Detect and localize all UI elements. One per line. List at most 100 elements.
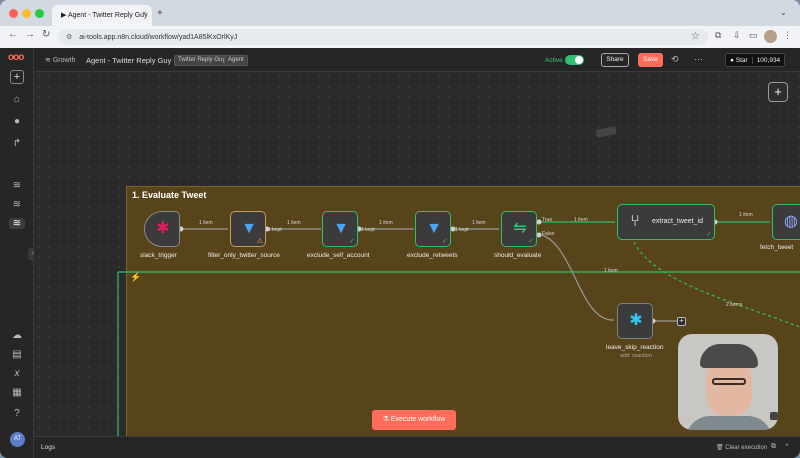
filter-funnel-icon: ▼	[241, 220, 257, 237]
save-button[interactable]: Save	[638, 53, 663, 67]
clear-execution-button[interactable]: 🗑 Clear execution	[716, 444, 767, 451]
home-icon[interactable]: ⌂	[11, 94, 23, 105]
edge-label: 1 item	[379, 220, 393, 226]
tab-close-button[interactable]: ×	[142, 9, 147, 18]
close-window-button[interactable]	[9, 9, 18, 18]
node-should-evaluate[interactable]: ⇋ ✓	[501, 211, 537, 247]
edge-label: 1 item	[739, 212, 753, 218]
success-check-icon: ✓	[349, 238, 355, 245]
share-button[interactable]: Share	[601, 53, 629, 67]
n8n-logo[interactable]: ooo	[8, 52, 24, 63]
edge-label: 1 item	[472, 220, 486, 226]
workflow-tag[interactable]: Agent	[224, 55, 248, 66]
browser-tab[interactable]: ▶ Agent - Twitter Reply Guy	[52, 5, 152, 26]
github-icon: ●	[730, 57, 734, 64]
github-star-button[interactable]: ● Star 100,934	[725, 53, 786, 67]
insights-chart-icon[interactable]: ▦	[11, 387, 23, 398]
edge-label: 2 items	[726, 302, 743, 308]
node-fetch-tweet[interactable]: ◍	[772, 204, 800, 240]
tab-search-icon[interactable]: ⌄	[780, 8, 787, 17]
popout-icon[interactable]: ⧉	[771, 443, 776, 451]
layers-icon[interactable]: ≋	[11, 199, 23, 210]
node-slack-trigger[interactable]: ✱	[144, 211, 180, 247]
workflow-header: ≋ Growth Agent - Twitter Reply Guy Twitt…	[34, 48, 800, 72]
share-arrow-icon[interactable]: ↱	[11, 138, 23, 149]
node-exclude-retweets[interactable]: ▼ ✓	[415, 211, 451, 247]
main-sidebar: ooo + ⌂ ● ↱ ≋ ≋ ≋ › ☁ ▤ x ▦ ? AT	[0, 48, 38, 458]
warning-icon: ⚠	[256, 238, 263, 245]
logs-panel[interactable]: Logs 🗑 Clear execution ⧉ ⌃	[34, 436, 800, 458]
slack-icon: ✱	[156, 220, 170, 237]
browser-menu-icon[interactable]: ⋮	[783, 30, 792, 41]
browser-window: ▶ Agent - Twitter Reply Guy × + ⌄ ← → ↻ …	[0, 0, 800, 458]
profile-avatar[interactable]	[764, 30, 777, 43]
edge-label: 1 item	[287, 220, 301, 226]
node-exclude-self-account[interactable]: ▼ ✓	[322, 211, 358, 247]
workflow-tag[interactable]: Twitter Reply Guy	[174, 55, 230, 66]
code-branch-icon: ⑂	[630, 213, 640, 230]
node-subtitle: add: reaction	[620, 353, 652, 359]
project-breadcrumb[interactable]: ≋ Growth	[45, 56, 75, 64]
node-label: filter_only_twitter_source	[208, 252, 280, 259]
node-label: exclude_self_account	[307, 252, 370, 259]
edge-label-true: True	[542, 217, 553, 223]
address-bar[interactable]: ⚙ ai-tools.app.n8n.cloud/workflow/yad1A8…	[58, 29, 708, 45]
edge-label: 1 item	[199, 220, 213, 226]
execute-workflow-button[interactable]: ⚗ Execute workflow	[372, 410, 456, 430]
edge-label: 1 kept	[268, 227, 282, 233]
flask-icon: ⚗	[382, 416, 389, 423]
webcam-person-cap	[700, 344, 758, 368]
ask-ai-button[interactable]	[770, 412, 778, 420]
if-branch-icon: ⇋	[513, 220, 527, 237]
node-extract-tweet-id[interactable]: ⑂ extract_tweet_id ✓	[617, 204, 715, 240]
webcam-person-glasses	[712, 378, 746, 385]
extensions-icon[interactable]: ⧉	[715, 30, 721, 41]
templates-icon[interactable]: ▤	[11, 349, 23, 360]
reload-icon[interactable]: ↻	[42, 29, 50, 40]
cloud-icon[interactable]: ☁	[11, 330, 23, 341]
bookmark-star-icon[interactable]: ☆	[691, 31, 700, 42]
chevron-up-icon[interactable]: ⌃	[784, 443, 790, 451]
new-tab-button[interactable]: +	[157, 8, 163, 19]
edge-label: 1 kept	[361, 227, 375, 233]
workflow-name[interactable]: Agent - Twitter Reply Guy	[86, 56, 171, 65]
minimize-window-button[interactable]	[22, 9, 31, 18]
tab-title: Agent - Twitter Reply Guy	[67, 12, 148, 19]
node-filter-only-twitter-source[interactable]: ▼ ⚠	[230, 211, 266, 247]
site-info-icon[interactable]: ⚙	[66, 34, 72, 41]
more-options-icon[interactable]: ···	[694, 54, 703, 64]
tab-favicon-icon: ▶	[61, 12, 67, 19]
node-label: exclude_retweets	[407, 252, 458, 259]
layers-active-icon[interactable]: ≋	[9, 218, 25, 229]
filter-funnel-icon: ▼	[333, 220, 349, 237]
help-icon[interactable]: ?	[11, 408, 23, 419]
download-icon[interactable]: ⇩	[733, 30, 741, 41]
active-label: Active	[545, 57, 563, 64]
sidepanel-icon[interactable]: ▭	[749, 30, 758, 41]
user-icon[interactable]: ●	[11, 116, 23, 127]
slack-icon: ✱	[629, 312, 643, 329]
user-avatar[interactable]: AT	[10, 432, 25, 447]
webcam-person-shirt	[686, 416, 772, 430]
filter-funnel-icon: ▼	[426, 220, 442, 237]
variables-icon[interactable]: x	[11, 368, 23, 379]
edge-label-false: False	[542, 231, 555, 237]
edge-label: 1 kept	[455, 227, 469, 233]
node-leave-skip-reaction[interactable]: ✱	[617, 303, 653, 339]
github-star-count: 100,934	[751, 57, 781, 64]
active-toggle[interactable]	[565, 55, 584, 65]
forward-arrow-icon[interactable]: →	[25, 29, 35, 40]
maximize-window-button[interactable]	[35, 9, 44, 18]
trigger-bolt-icon: ⚡	[130, 272, 142, 282]
layers-icon[interactable]: ≋	[11, 180, 23, 191]
edge-label: 1 item	[604, 268, 618, 274]
webcam-overlay	[678, 334, 778, 430]
node-label: fetch_tweet	[760, 244, 794, 251]
browser-toolbar: ← → ↻ ⚙ ai-tools.app.n8n.cloud/workflow/…	[0, 26, 800, 48]
add-connected-node-button[interactable]: +	[677, 316, 686, 326]
back-arrow-icon[interactable]: ←	[8, 29, 18, 40]
history-icon[interactable]: ⟲	[671, 54, 679, 65]
node-label: leave_skip_reaction	[606, 344, 664, 351]
trash-icon: 🗑	[716, 445, 724, 451]
create-button[interactable]: +	[10, 70, 24, 84]
